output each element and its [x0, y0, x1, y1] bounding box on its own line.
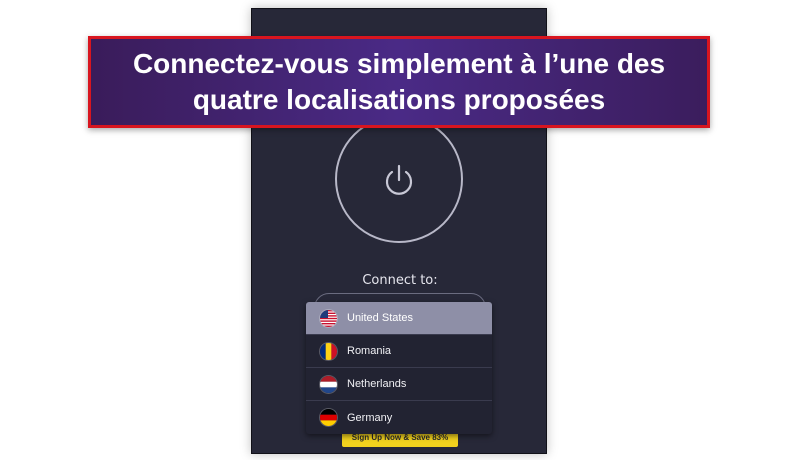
us-flag-icon [320, 309, 337, 327]
power-button[interactable] [335, 115, 463, 243]
banner-line-1: Connectez-vous simplement à l’une des [132, 48, 666, 79]
location-label: Germany [347, 411, 393, 424]
location-option-romania[interactable]: Romania [306, 335, 492, 368]
location-label: Romania [347, 345, 392, 357]
screenshot-stage: Connect to: Sign Up Now & Save 83% Unite… [0, 0, 800, 460]
banner-line-2: quatre localisations proposées [192, 84, 606, 115]
caption-banner: Connectez-vous simplement à l’une des qu… [88, 36, 710, 128]
location-label: United States [347, 312, 414, 324]
power-icon [385, 164, 413, 195]
romania-flag-icon [320, 342, 337, 360]
connect-to-label: Connect to: [362, 273, 438, 288]
location-dropdown: United States Romania Netherlands German… [306, 302, 492, 434]
location-label: Netherlands [347, 378, 407, 390]
location-option-netherlands[interactable]: Netherlands [306, 368, 492, 401]
germany-flag-icon [320, 409, 337, 426]
location-option-germany[interactable]: Germany [306, 401, 492, 434]
location-option-united-states[interactable]: United States [306, 302, 492, 335]
netherlands-flag-icon [320, 375, 337, 393]
